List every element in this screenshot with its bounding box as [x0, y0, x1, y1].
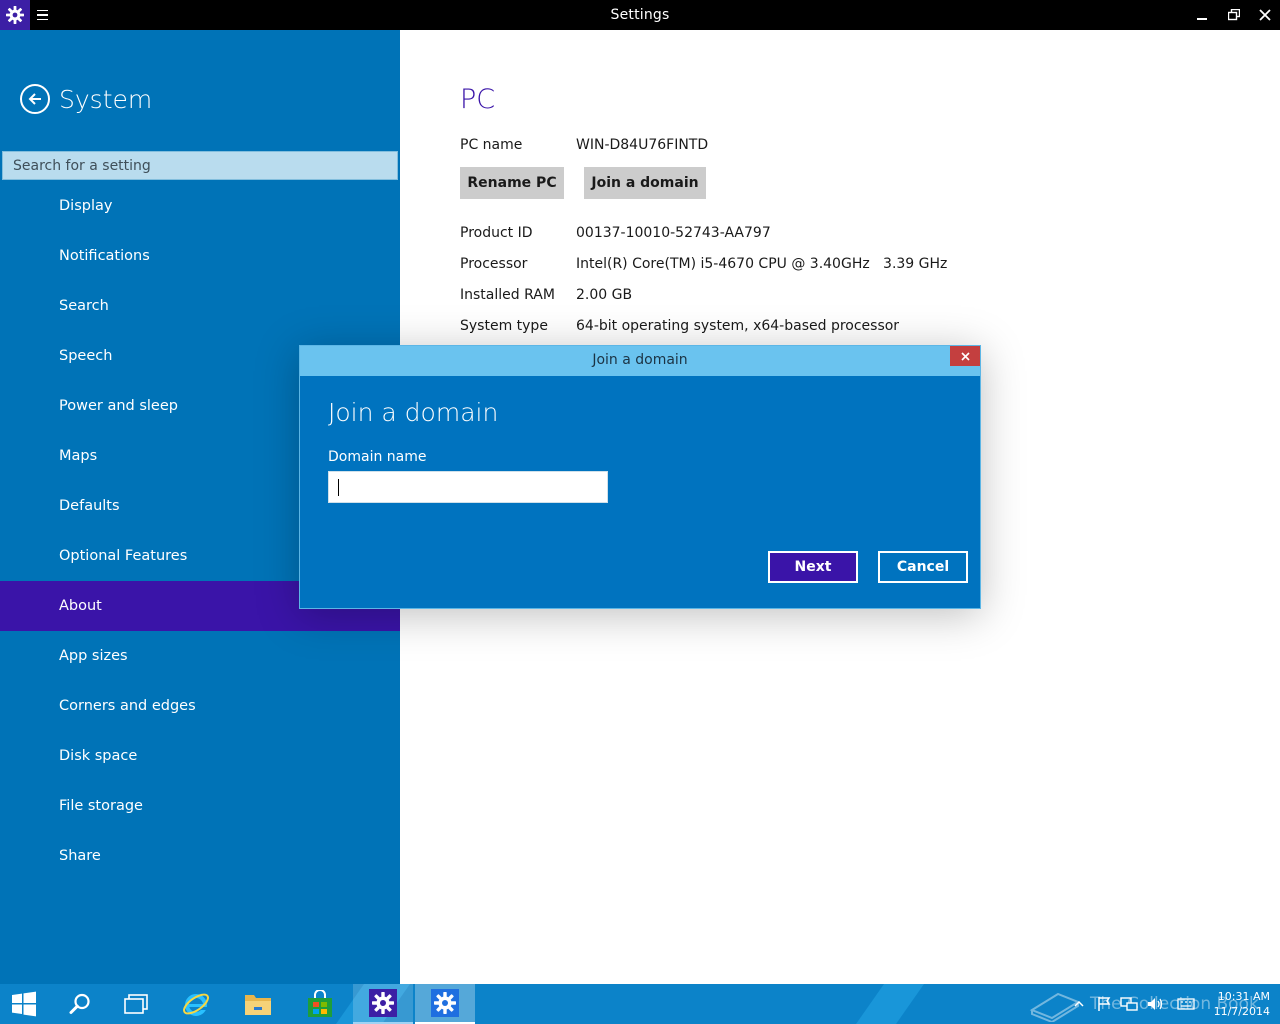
internet-explorer-icon — [183, 993, 209, 1016]
spec-value: 64-bit operating system, x64-based proce… — [576, 318, 900, 334]
sidebar-item-notifications[interactable]: Notifications — [0, 231, 400, 281]
spec-label: Installed RAM — [460, 287, 555, 303]
dialog-title: Join a domain — [300, 346, 980, 376]
sidebar-item-disk-space[interactable]: Disk space — [0, 731, 400, 781]
file-explorer-button[interactable] — [228, 984, 288, 1024]
taskbar: The Collection Book 10:31 AM 11/7/2014 — [0, 984, 1280, 1024]
sidebar-item-label: App sizes — [59, 648, 128, 664]
internet-explorer-button[interactable] — [166, 984, 226, 1024]
rename-pc-button[interactable]: Rename PC — [460, 167, 564, 199]
taskbar-search-button[interactable] — [50, 984, 110, 1024]
pc-name-value: WIN-D84U76FINTD — [576, 137, 709, 153]
sidebar-item-label: Defaults — [59, 498, 120, 514]
window-title: Settings — [610, 7, 670, 23]
dialog-close-button[interactable] — [950, 346, 980, 366]
volume-icon — [1148, 998, 1163, 1010]
sidebar-item-label: Power and sleep — [59, 398, 178, 414]
spec-row-system-type: System type 64-bit operating system, x64… — [460, 318, 899, 334]
sidebar-item-label: About — [59, 598, 102, 614]
minimize-icon — [1197, 18, 1207, 20]
show-hidden-icons-button[interactable] — [1070, 984, 1088, 1024]
cancel-button[interactable]: Cancel — [878, 551, 968, 583]
domain-name-label: Domain name — [328, 449, 427, 465]
restore-icon — [1228, 9, 1240, 21]
join-domain-dialog: Join a domain Join a domain Domain name … — [299, 345, 981, 609]
domain-name-input[interactable] — [328, 471, 608, 503]
spec-label: System type — [460, 318, 548, 334]
taskbar-settings-button[interactable] — [353, 984, 413, 1024]
search-icon — [69, 993, 90, 1014]
start-icon — [12, 991, 36, 1017]
arrow-left-icon — [28, 93, 41, 105]
sidebar-item-label: File storage — [59, 798, 143, 814]
store-icon — [308, 990, 332, 1017]
taskbar-decoration — [855, 984, 925, 1024]
sidebar-title: System — [59, 84, 153, 114]
spec-value: 00137-10010-52743-AA797 — [576, 225, 771, 241]
pc-name-label: PC name — [460, 137, 523, 153]
sidebar-item-label: Notifications — [59, 248, 150, 264]
task-view-icon — [124, 994, 148, 1014]
clock-time: 10:31 AM — [1217, 990, 1270, 1003]
keyboard-icon — [1177, 998, 1195, 1010]
restore-button[interactable] — [1218, 0, 1250, 30]
spec-label: Processor — [460, 256, 528, 272]
back-button[interactable] — [20, 84, 50, 114]
close-icon — [960, 351, 970, 361]
join-domain-button[interactable]: Join a domain — [584, 167, 706, 199]
settings-icon — [369, 989, 397, 1017]
chevron-up-icon — [1074, 1000, 1084, 1007]
page-title: PC — [460, 84, 496, 115]
search-setting-input[interactable] — [2, 151, 398, 180]
sidebar-item-display[interactable]: Display — [0, 181, 400, 231]
spec-row-installed-ram: Installed RAM 2.00 GB — [460, 287, 632, 303]
minimize-button[interactable] — [1186, 0, 1218, 30]
text-caret — [338, 479, 339, 496]
pc-name-row: PC name WIN-D84U76FINTD — [460, 137, 708, 153]
window-titlebar: Settings — [0, 0, 1280, 30]
store-button[interactable] — [290, 984, 350, 1024]
sidebar-item-label: Share — [59, 848, 101, 864]
spec-label: Product ID — [460, 225, 533, 241]
sidebar-header: System — [20, 84, 152, 114]
file-explorer-icon — [245, 995, 271, 1015]
clock-date: 11/7/2014 — [1213, 1005, 1270, 1018]
spec-row-product-id: Product ID 00137-10010-52743-AA797 — [460, 225, 771, 241]
sidebar-item-share[interactable]: Share — [0, 831, 400, 881]
input-indicator-button[interactable] — [1174, 984, 1198, 1024]
network-button[interactable] — [1118, 984, 1140, 1024]
taskbar-clock[interactable]: 10:31 AM 11/7/2014 — [1204, 989, 1270, 1019]
taskbar-settings-button-active[interactable] — [415, 984, 475, 1024]
next-button[interactable]: Next — [768, 551, 858, 583]
close-icon — [1259, 9, 1271, 21]
close-button[interactable] — [1249, 0, 1280, 30]
action-center-button[interactable] — [1094, 984, 1114, 1024]
spec-value: 2.00 GB — [576, 287, 633, 303]
dialog-heading: Join a domain — [328, 398, 499, 427]
sidebar-item-label: Corners and edges — [59, 698, 196, 714]
sidebar-item-corners-and-edges[interactable]: Corners and edges — [0, 681, 400, 731]
sidebar-item-app-sizes[interactable]: App sizes — [0, 631, 400, 681]
sidebar-item-search[interactable]: Search — [0, 281, 400, 331]
spec-value: Intel(R) Core(TM) i5-4670 CPU @ 3.40GHz … — [576, 256, 948, 272]
action-center-flag-icon — [1098, 997, 1111, 1011]
sidebar-item-label: Speech — [59, 348, 113, 364]
sidebar-item-label: Display — [59, 198, 113, 214]
volume-button[interactable] — [1144, 984, 1166, 1024]
spec-row-processor: Processor Intel(R) Core(TM) i5-4670 CPU … — [460, 256, 947, 272]
sidebar-item-file-storage[interactable]: File storage — [0, 781, 400, 831]
sidebar-item-label: Search — [59, 298, 109, 314]
sidebar-item-label: Optional Features — [59, 548, 188, 564]
sidebar-item-label: Disk space — [59, 748, 138, 764]
task-view-button[interactable] — [106, 984, 166, 1024]
start-button[interactable] — [0, 984, 54, 1024]
settings-icon — [431, 989, 459, 1017]
network-icon — [1120, 997, 1138, 1011]
sidebar-item-label: Maps — [59, 448, 98, 464]
